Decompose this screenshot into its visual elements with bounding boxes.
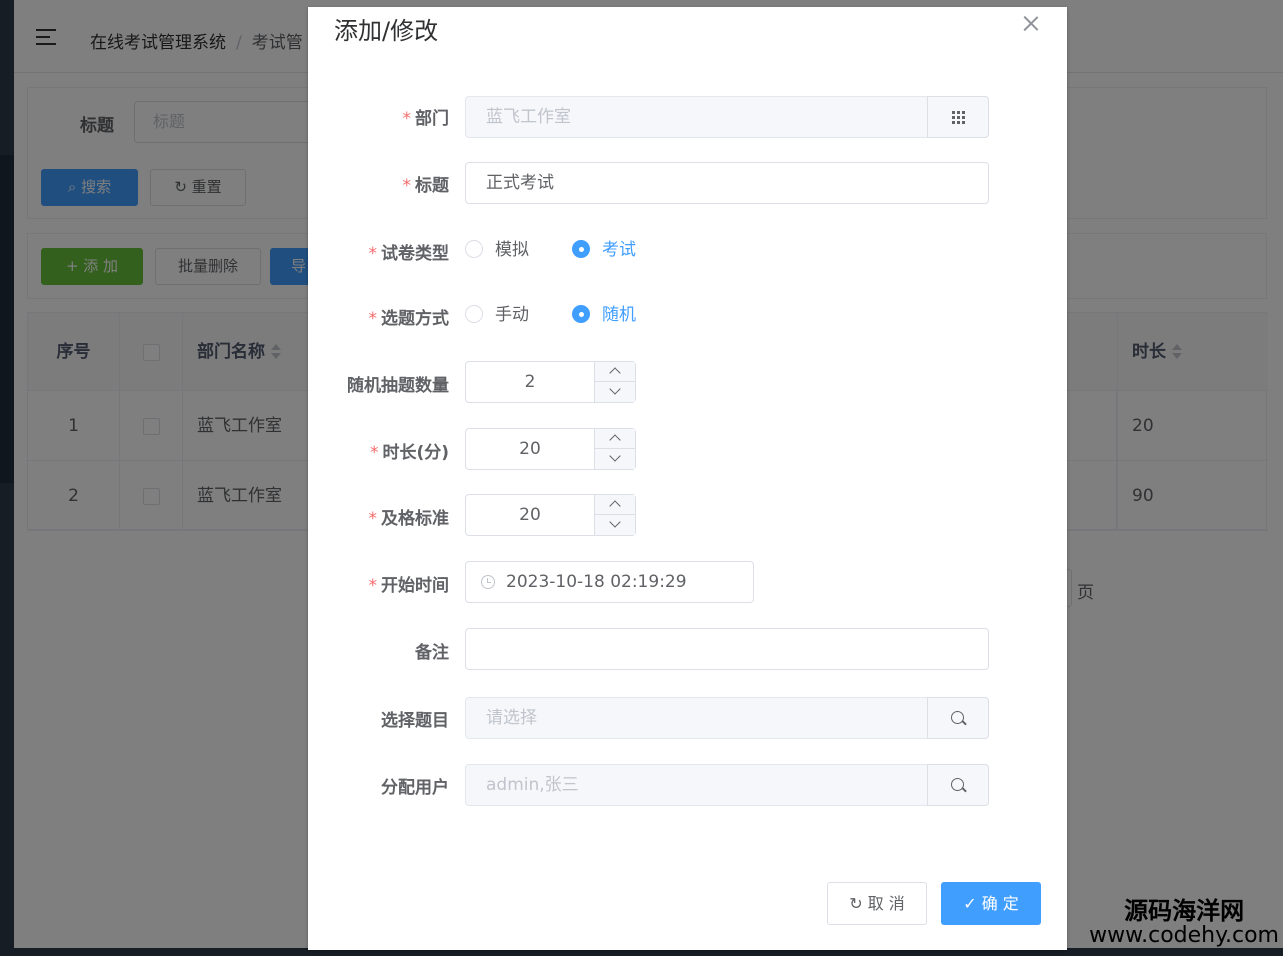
start-time-label: * 开始时间 [369, 571, 450, 596]
watermark: 源码海洋网 www.codehy.com [1089, 898, 1279, 949]
confirm-button-label: 确 定 [981, 894, 1019, 913]
pass-score-label: * 及格标准 [369, 504, 450, 529]
users-field: admin,张三 [465, 764, 928, 806]
dept-label-text: 部门 [415, 109, 449, 129]
remark-field[interactable] [465, 628, 989, 670]
watermark-name: 源码海洋网 [1124, 897, 1245, 925]
required-mark: * [368, 576, 378, 596]
questions-label: 选择题目 [381, 706, 449, 731]
paper-type-radio-mock[interactable]: 模拟 [465, 240, 529, 260]
users-label-text: 分配用户 [381, 778, 449, 798]
pass-score-stepper: 20 [465, 494, 636, 536]
clock-icon [481, 575, 495, 589]
radio-dot [572, 240, 590, 258]
users-search-button[interactable] [927, 764, 989, 806]
refresh-icon: ↻ [849, 894, 863, 913]
chevron-down-icon [609, 516, 621, 528]
radio-label: 考试 [602, 240, 636, 260]
close-icon[interactable] [1021, 14, 1041, 34]
decrease-button[interactable] [595, 515, 636, 535]
chevron-up-icon [609, 500, 621, 512]
select-mode-radio-manual[interactable]: 手动 [465, 305, 529, 325]
pass-score-input[interactable]: 20 [466, 495, 594, 535]
search-icon [951, 711, 964, 724]
cancel-button-label: 取 消 [867, 894, 905, 913]
required-mark: * [402, 109, 412, 129]
duration-input[interactable]: 20 [466, 429, 594, 469]
random-count-stepper: 2 [465, 361, 636, 403]
start-time-label-text: 开始时间 [381, 576, 449, 596]
random-count-label-text: 随机抽题数量 [347, 376, 449, 396]
radio-dot [465, 305, 483, 323]
cancel-button[interactable]: ↻ 取 消 [827, 882, 927, 925]
decrease-button[interactable] [595, 382, 636, 402]
check-icon: ✓ [963, 894, 977, 913]
remark-label: 备注 [415, 638, 449, 663]
chevron-down-icon [609, 450, 621, 462]
radio-dot [572, 305, 590, 323]
paper-type-label: * 试卷类型 [369, 239, 450, 264]
dept-label: * 部门 [403, 104, 450, 129]
questions-field: 请选择 [465, 697, 928, 739]
required-mark: * [368, 509, 378, 529]
title-field[interactable]: 正式考试 [465, 162, 989, 204]
select-mode-radio-random[interactable]: 随机 [572, 305, 636, 325]
duration-label: * 时长(分) [370, 438, 449, 463]
radio-label: 手动 [495, 305, 529, 325]
required-mark: * [368, 244, 378, 264]
chevron-up-icon [609, 367, 621, 379]
dept-field: 蓝飞工作室 [465, 96, 928, 138]
chevron-up-icon [609, 434, 621, 446]
paper-type-label-text: 试卷类型 [381, 244, 449, 264]
stepper-controls [594, 495, 636, 535]
required-mark: * [368, 309, 378, 329]
radio-label: 模拟 [495, 240, 529, 260]
paper-type-radio-exam[interactable]: 考试 [572, 240, 636, 260]
random-count-input[interactable]: 2 [466, 362, 594, 402]
title-label: * 标题 [403, 171, 450, 196]
start-time-picker[interactable]: 2023-10-18 02:19:29 [465, 561, 754, 603]
increase-button[interactable] [595, 429, 636, 449]
decrease-button[interactable] [595, 449, 636, 469]
users-label: 分配用户 [381, 773, 449, 798]
dialog-title: 添加/修改 [334, 17, 439, 45]
start-time-value: 2023-10-18 02:19:29 [506, 572, 687, 592]
grid-icon [952, 111, 965, 124]
confirm-button[interactable]: ✓ 确 定 [941, 882, 1041, 925]
select-mode-label-text: 选题方式 [381, 309, 449, 329]
watermark-url: www.codehy.com [1089, 923, 1279, 949]
required-mark: * [402, 176, 412, 196]
radio-label: 随机 [602, 305, 636, 325]
increase-button[interactable] [595, 362, 636, 382]
radio-dot [465, 240, 483, 258]
title-label-text: 标题 [415, 176, 449, 196]
select-mode-label: * 选题方式 [369, 304, 450, 329]
pass-score-label-text: 及格标准 [381, 509, 449, 529]
questions-label-text: 选择题目 [381, 711, 449, 731]
increase-button[interactable] [595, 495, 636, 515]
stepper-controls [594, 429, 636, 469]
dept-picker-button[interactable] [927, 96, 989, 138]
required-mark: * [369, 443, 379, 463]
edit-dialog: 添加/修改 * 部门 蓝飞工作室 * 标题 正式考试 * 试卷类型 模拟 考试 * 选题… [308, 7, 1067, 950]
duration-stepper: 20 [465, 428, 636, 470]
search-icon [951, 778, 964, 791]
remark-label-text: 备注 [415, 643, 449, 663]
random-count-label: 随机抽题数量 [347, 371, 449, 396]
chevron-down-icon [609, 383, 621, 395]
duration-label-text: 时长(分) [382, 443, 449, 463]
questions-search-button[interactable] [927, 697, 989, 739]
stepper-controls [594, 362, 636, 402]
